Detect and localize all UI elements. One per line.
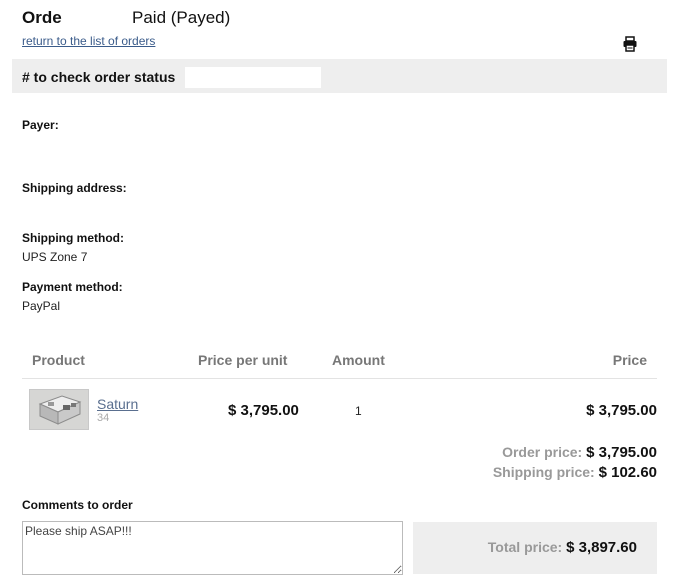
- shipping-method-value: UPS Zone 7: [22, 250, 88, 264]
- check-status-input[interactable]: [185, 67, 321, 88]
- column-header-product: Product: [32, 352, 85, 368]
- payment-method-value: PayPal: [22, 299, 61, 313]
- table-divider: [22, 378, 657, 379]
- product-price: $ 3,795.00: [586, 402, 657, 419]
- back-to-orders-link[interactable]: return to the list of orders: [22, 34, 155, 48]
- check-status-label: # to check order status: [22, 69, 176, 85]
- product-link-saturn[interactable]: Saturn: [97, 396, 138, 412]
- product-amount: 1: [355, 404, 362, 418]
- shipping-price-value: $ 102.60: [598, 464, 657, 481]
- check-status-bar: # to check order status: [12, 59, 667, 93]
- total-price-box: Total price: $ 3,897.60: [413, 522, 657, 574]
- shipping-address-label: Shipping address:: [22, 181, 127, 195]
- total-price-line: Total price: $ 3,897.60: [488, 539, 637, 556]
- payer-label: Payer:: [22, 118, 59, 132]
- total-price-value: $ 3,897.60: [566, 539, 637, 556]
- order-title: Orde: [22, 8, 62, 27]
- order-price-value: $ 3,795.00: [586, 444, 657, 461]
- column-header-price: Price: [612, 352, 647, 368]
- product-sku: 34: [97, 412, 110, 424]
- shipping-price-label: Shipping price:: [492, 464, 595, 480]
- total-price-label: Total price:: [487, 539, 563, 555]
- column-header-amount: Amount: [332, 352, 385, 368]
- shipping-price-line: Shipping price: $ 102.60: [493, 464, 657, 481]
- printer-icon[interactable]: [622, 36, 638, 52]
- order-status: Paid (Payed): [132, 8, 231, 27]
- order-price-line: Order price: $ 3,795.00: [502, 444, 657, 461]
- shipping-method-label: Shipping method:: [22, 231, 124, 245]
- payment-method-label: Payment method:: [22, 280, 123, 294]
- comments-label: Comments to order: [22, 498, 133, 512]
- column-header-price-per-unit: Price per unit: [198, 352, 288, 368]
- product-thumbnail[interactable]: [29, 389, 89, 430]
- product-unit-price: $ 3,795.00: [228, 402, 299, 419]
- comments-textarea[interactable]: Please ship ASAP!!!: [22, 521, 403, 575]
- order-price-label: Order price:: [502, 444, 583, 460]
